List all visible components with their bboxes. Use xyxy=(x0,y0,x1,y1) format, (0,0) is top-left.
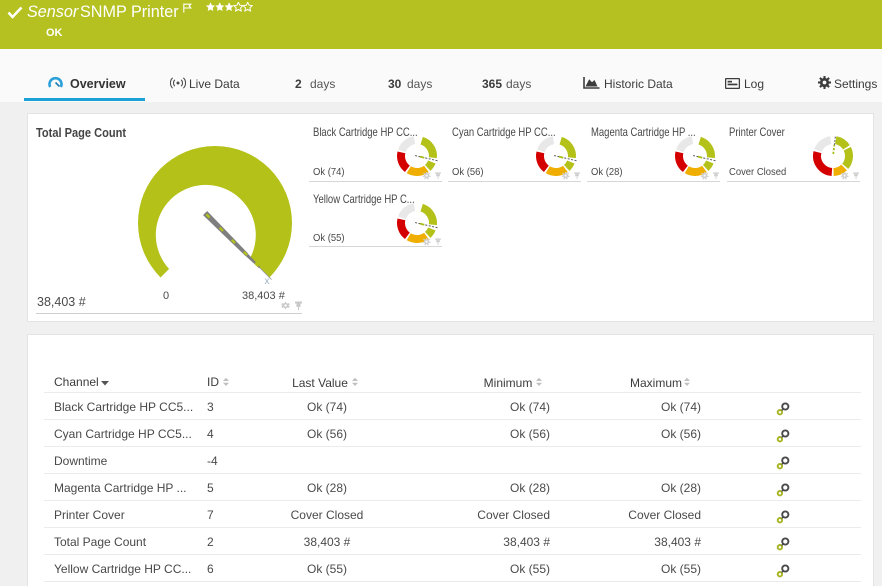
svg-text:x: x xyxy=(265,276,270,287)
